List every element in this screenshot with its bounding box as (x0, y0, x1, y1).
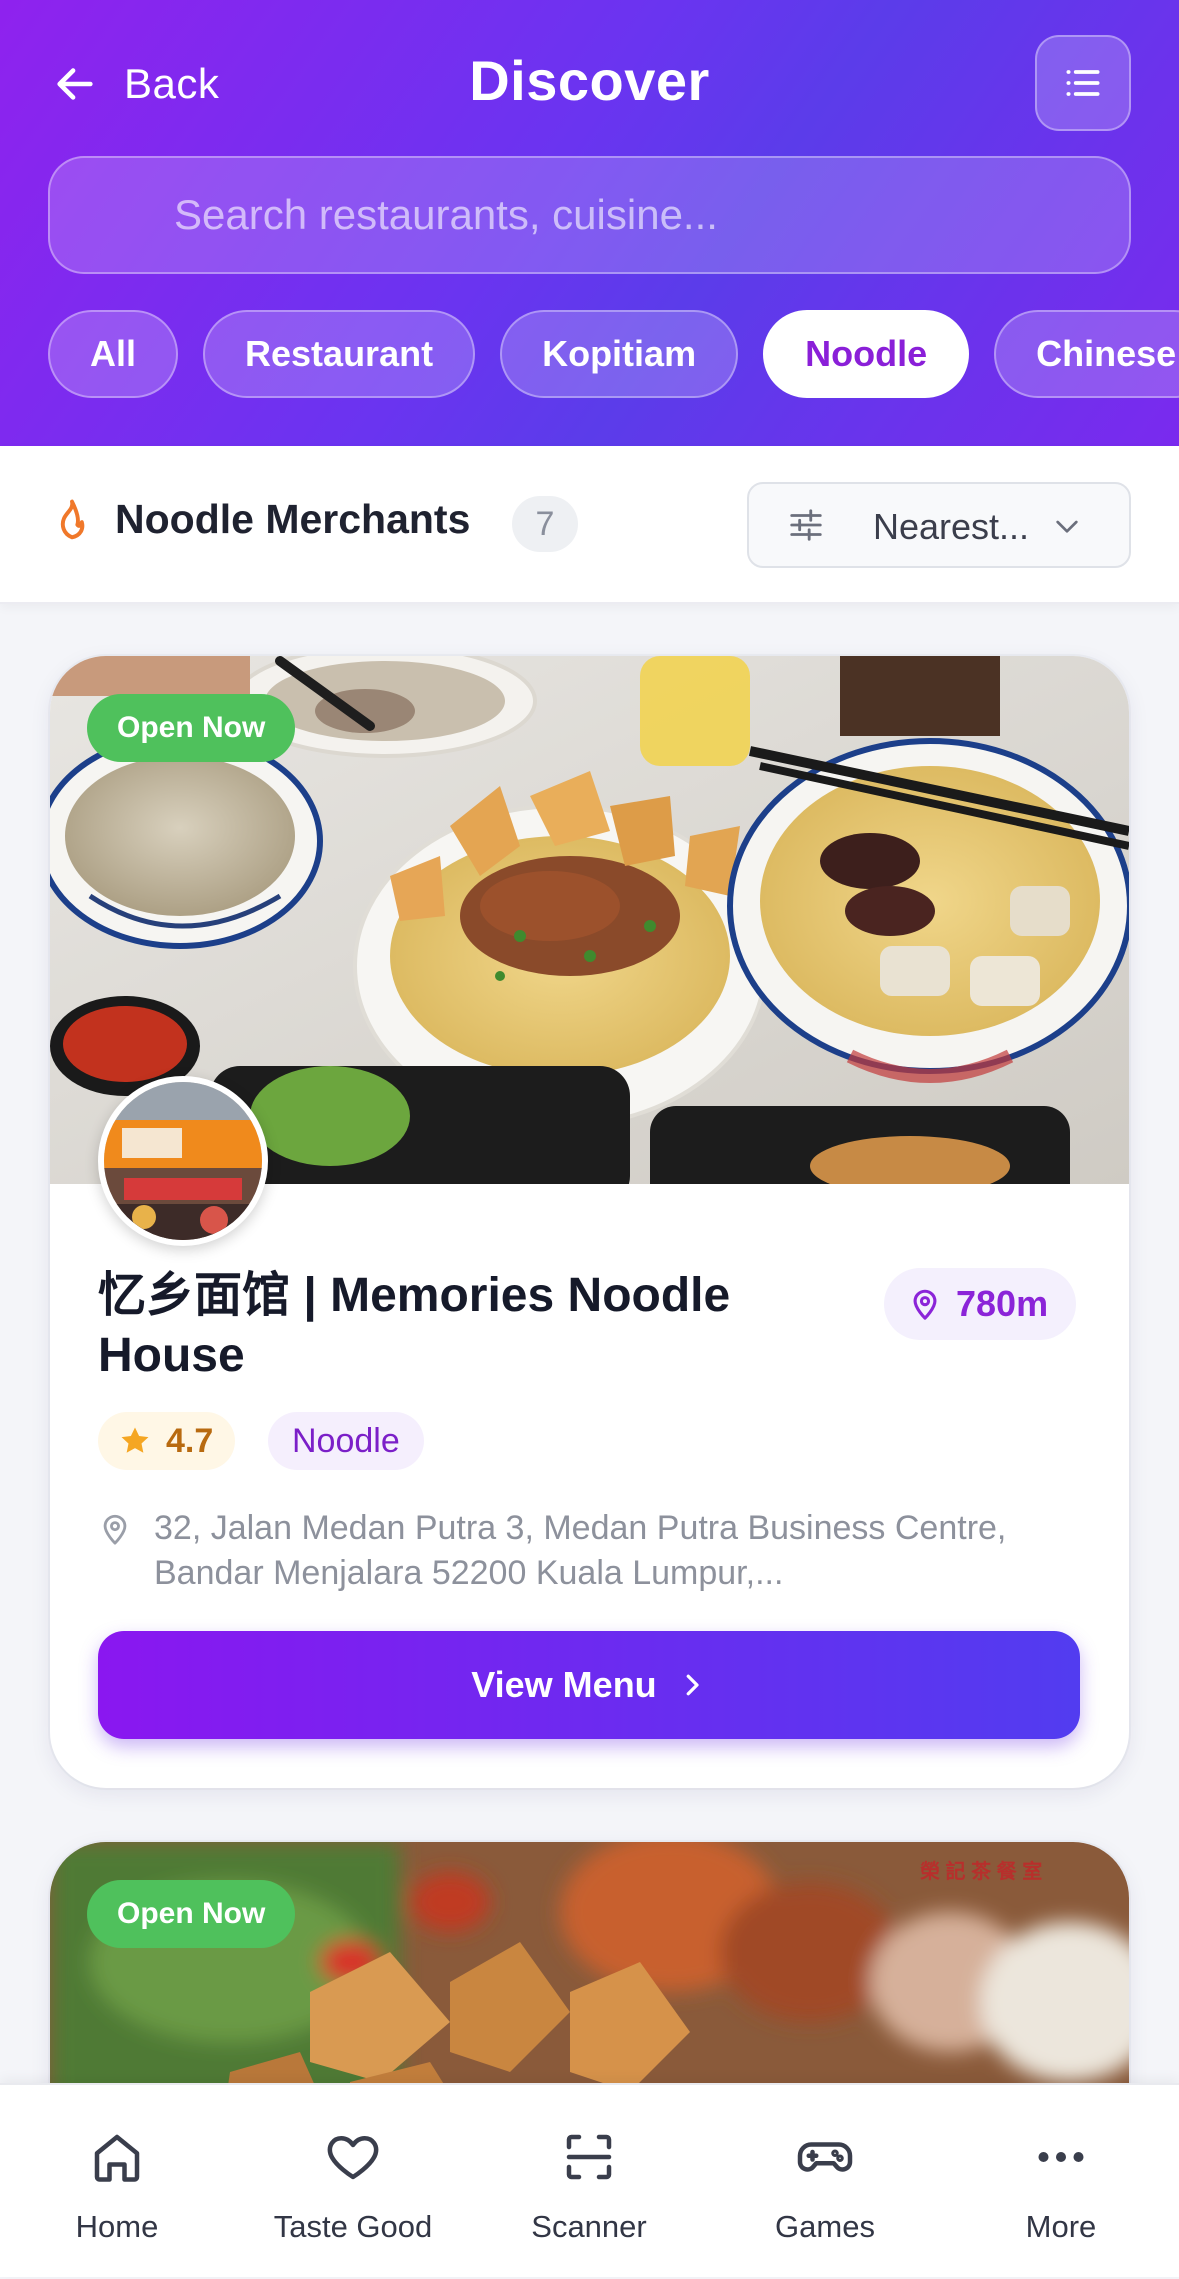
gamepad-icon (797, 2142, 853, 2172)
nav-taste-good[interactable]: Taste Good (253, 2085, 453, 2279)
cuisine-tag: Noodle (268, 1412, 424, 1470)
page-title: Discover (469, 49, 710, 112)
merchant-count-badge: 7 (512, 496, 578, 552)
discover-header: Back Discover All Restaurant Kopitiam No… (0, 0, 1179, 446)
open-status-badge: Open Now (87, 1880, 296, 1948)
nav-scanner-label: Scanner (531, 2209, 647, 2244)
section-header: Noodle Merchants 7 Nearest... (0, 446, 1179, 604)
distance-value: 780m (956, 1283, 1049, 1324)
merchant-address: 32, Jalan Medan Putra 3, Medan Putra Bus… (154, 1509, 1007, 1592)
sliders-icon (790, 509, 822, 541)
chip-noodle[interactable]: Noodle (763, 310, 970, 398)
rating-value: 4.7 (166, 1421, 214, 1460)
nav-taste-good-label: Taste Good (273, 2209, 433, 2244)
nav-more-label: More (1025, 2209, 1097, 2244)
sort-dropdown[interactable]: Nearest... (747, 482, 1131, 568)
merchant-name[interactable]: 忆乡面馆 | Memories Noodle House (98, 1266, 798, 1386)
chip-kopitiam[interactable]: Kopitiam (500, 310, 739, 398)
nav-home[interactable]: Home (17, 2085, 217, 2279)
search-bar[interactable] (48, 156, 1131, 274)
heart-icon (327, 2136, 379, 2180)
nav-more[interactable]: More (961, 2085, 1161, 2279)
chevron-right-icon (686, 1674, 699, 1696)
chip-all[interactable]: All (48, 310, 179, 398)
svg-text:榮 記 茶 餐 室: 榮 記 茶 餐 室 (920, 1859, 1042, 1883)
category-chips: All Restaurant Kopitiam Noodle Chinese (48, 310, 1179, 398)
scanner-icon (566, 2134, 612, 2180)
storefront-image (104, 1082, 262, 1240)
list-view-button[interactable] (1035, 35, 1131, 131)
chip-restaurant[interactable]: Restaurant (203, 310, 476, 398)
home-icon (94, 2134, 140, 2182)
chevron-down-icon (1056, 520, 1078, 533)
open-status-badge: Open Now (87, 694, 296, 762)
star-icon (121, 1427, 149, 1453)
merchant-card[interactable]: Open Now 忆乡面馆 | Memories Noodle House 78… (50, 656, 1129, 1788)
merchant-logo (98, 1076, 268, 1246)
nav-home-label: Home (75, 2209, 159, 2244)
address-pin-icon (103, 1514, 127, 1545)
bottom-nav: Home Taste Good Scanner Games More (0, 2083, 1179, 2277)
search-input[interactable] (172, 190, 1129, 240)
location-pin-icon (913, 1289, 937, 1320)
rating-badge: 4.7 (98, 1412, 236, 1470)
section-title: Noodle Merchants (115, 496, 471, 542)
more-dots-icon (1038, 2152, 1084, 2162)
chip-chinese[interactable]: Chinese (994, 310, 1179, 398)
view-menu-button[interactable]: View Menu (98, 1631, 1080, 1739)
view-menu-label: View Menu (471, 1664, 657, 1705)
list-icon (1066, 70, 1100, 96)
flame-icon (60, 499, 85, 540)
nav-games[interactable]: Games (725, 2085, 925, 2279)
distance-badge: 780m (884, 1268, 1077, 1340)
nav-scanner[interactable]: Scanner (489, 2085, 689, 2279)
sort-label: Nearest... (873, 506, 1030, 547)
nav-games-label: Games (775, 2209, 875, 2244)
